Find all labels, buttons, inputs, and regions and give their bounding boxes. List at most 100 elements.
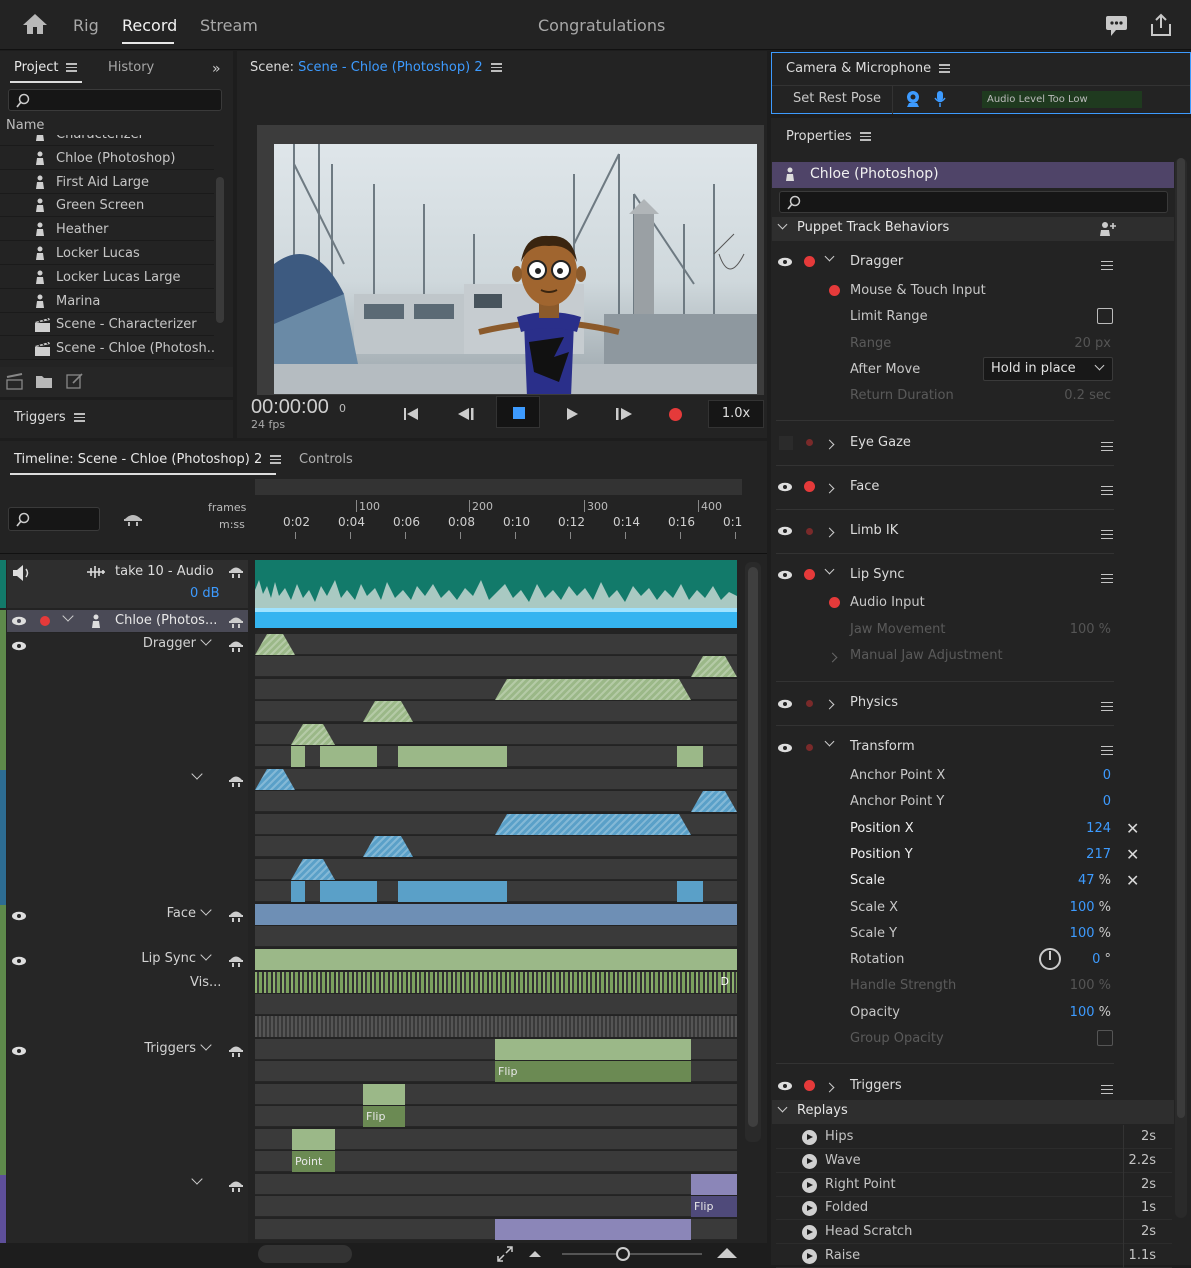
eye-icon[interactable] [777, 257, 793, 267]
timecode[interactable]: 00:00:00 [251, 396, 329, 419]
play-circle-icon[interactable] [802, 1201, 817, 1217]
project-item[interactable]: Marina [0, 290, 214, 313]
step-forward-icon[interactable] [615, 407, 633, 421]
reset-value-icon[interactable]: ✕ [1126, 871, 1139, 890]
track-lane[interactable] [255, 881, 737, 902]
panel-overflow-icon[interactable]: » [212, 61, 221, 77]
behavior-physics[interactable]: Physics [850, 695, 898, 710]
behavior-menu-icon[interactable] [1101, 743, 1113, 758]
arm-record-icon[interactable] [804, 1080, 815, 1091]
trigger-label-lane[interactable]: Flip [255, 1196, 737, 1217]
take-block[interactable] [291, 746, 305, 767]
project-item[interactable]: First Aid Large [0, 171, 214, 194]
horizontal-scrollbar[interactable] [258, 1245, 352, 1263]
zoom-slider-track[interactable] [562, 1253, 702, 1255]
timeline-search-input[interactable] [8, 507, 100, 531]
stop-button[interactable] [496, 396, 540, 428]
trigger-lane[interactable] [255, 1084, 737, 1105]
replay-item[interactable]: Hips 2s [776, 1125, 1172, 1149]
behavior-limb-ik[interactable]: Limb IK [850, 523, 898, 538]
zoom-in-icon[interactable] [716, 1245, 738, 1259]
trigger-label-block[interactable]: Flip [691, 1196, 737, 1217]
arm-record-icon[interactable] [806, 528, 813, 535]
playback-speed[interactable]: 1.0x [708, 400, 764, 428]
camera-icon[interactable] [905, 90, 921, 108]
puppet-track-icon[interactable] [228, 908, 244, 922]
column-name-header[interactable]: Name [6, 118, 44, 133]
project-item[interactable]: Locker Lucas [0, 242, 214, 265]
transform-value[interactable]: 100 % [1070, 1005, 1111, 1020]
eye-icon[interactable] [11, 1046, 27, 1056]
chevron-down-icon[interactable] [62, 610, 74, 627]
track-lane[interactable] [255, 836, 737, 857]
timeline-vertical-scrollbar[interactable] [745, 562, 761, 1142]
time-ruler[interactable]: 100 200 300 400 0:02 0:04 0:06 0:08 0:10 0:12 0:14… [255, 497, 742, 539]
play-circle-icon[interactable] [802, 1225, 817, 1241]
track-lane[interactable] [255, 791, 737, 812]
replay-item[interactable]: Wave 2.2s [776, 1148, 1172, 1173]
tab-project[interactable]: Project [14, 60, 78, 75]
trigger-lane[interactable] [255, 1174, 737, 1195]
puppet-track-icon[interactable] [228, 1178, 244, 1192]
panel-menu-icon[interactable] [859, 130, 871, 142]
tab-controls[interactable]: Controls [299, 452, 353, 467]
take-block[interactable] [691, 791, 737, 812]
zoom-to-fit-icon[interactable] [496, 1245, 514, 1263]
behavior-face-label[interactable]: Face [110, 904, 212, 921]
behavior-menu-icon[interactable] [1101, 258, 1113, 273]
properties-scrollbar[interactable] [1175, 158, 1187, 1218]
puppet-track-icon[interactable] [228, 773, 244, 787]
trigger-block[interactable] [691, 1174, 737, 1195]
scene-name-link[interactable]: Scene - Chloe (Photoshop) 2 [298, 60, 482, 75]
chevron-down-icon[interactable] [824, 564, 835, 580]
take-block[interactable] [691, 656, 737, 677]
take-block[interactable] [495, 679, 691, 700]
behavior-triggers[interactable]: Triggers [850, 1078, 902, 1093]
share-icon[interactable] [1150, 13, 1172, 37]
camera-panel-title[interactable]: Camera & Microphone [786, 61, 951, 76]
puppet-track-name[interactable]: Chloe (Photos... [115, 613, 217, 628]
properties-search-input[interactable] [779, 191, 1168, 213]
behavior-face[interactable]: Face [850, 479, 879, 494]
trigger-label-block[interactable]: Flip [363, 1106, 405, 1127]
face-lane[interactable] [255, 904, 737, 925]
tab-stream[interactable]: Stream [200, 16, 258, 35]
eye-icon[interactable] [11, 956, 27, 966]
visemes-bar[interactable] [255, 972, 737, 993]
replay-item[interactable]: Folded 1s [776, 1196, 1172, 1221]
microphone-icon[interactable] [933, 90, 947, 108]
project-item[interactable]: Characterizer [0, 135, 214, 146]
project-item[interactable]: Heather [0, 218, 214, 242]
triggers-panel-title[interactable]: Triggers [14, 410, 85, 425]
take-block[interactable] [255, 904, 737, 925]
transform-value[interactable]: 100 % [1070, 900, 1111, 915]
play-icon[interactable] [565, 407, 579, 421]
zoom-slider-thumb[interactable] [616, 1247, 630, 1261]
transform-value[interactable]: 0 [1103, 794, 1111, 809]
project-search-input[interactable] [8, 89, 222, 111]
trigger-lane[interactable] [255, 1219, 737, 1240]
transform-value[interactable]: 0 [1103, 768, 1111, 783]
arm-input-icon[interactable] [829, 597, 840, 608]
track-lane[interactable] [255, 769, 737, 790]
record-button[interactable] [669, 408, 682, 421]
trigger-lane[interactable] [255, 1129, 737, 1150]
behavior-eye-gaze[interactable]: Eye Gaze [850, 435, 911, 450]
timeline-title[interactable]: Timeline: Scene - Chloe (Photoshop) 2 [14, 452, 282, 467]
trigger-lane[interactable] [255, 1039, 737, 1060]
new-scene-icon[interactable] [6, 373, 24, 391]
chevron-down-icon[interactable] [200, 1039, 212, 1051]
track-lane[interactable] [255, 746, 737, 767]
chevron-right-icon[interactable] [824, 481, 835, 496]
arm-record-icon[interactable] [806, 744, 813, 751]
arm-record-icon[interactable] [804, 256, 815, 267]
take-block[interactable] [677, 881, 703, 902]
behavior-lipsync-label[interactable]: Lip Sync [100, 949, 212, 966]
take-block[interactable] [255, 634, 295, 655]
project-item[interactable]: Green Screen [0, 194, 214, 218]
chevron-down-icon[interactable] [777, 1102, 788, 1118]
properties-title[interactable]: Properties [786, 129, 871, 144]
track-lane[interactable] [255, 679, 737, 700]
scene-viewport[interactable] [257, 125, 764, 395]
replay-item[interactable]: Raise 1.1s [776, 1244, 1172, 1268]
